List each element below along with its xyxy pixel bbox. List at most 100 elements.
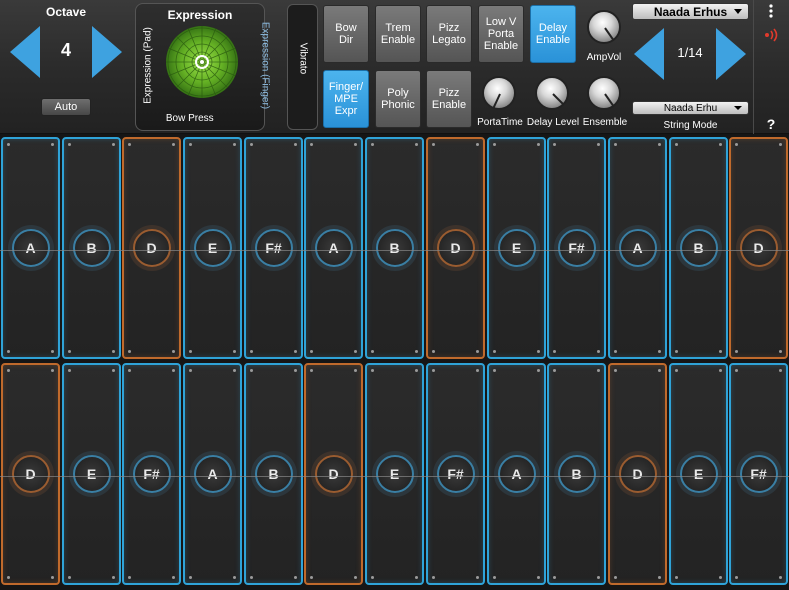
note-pad[interactable]: E xyxy=(669,363,728,585)
note-pad[interactable]: F# xyxy=(547,137,606,359)
screw-icon xyxy=(553,369,556,372)
screw-icon xyxy=(51,576,54,579)
screw-icon xyxy=(432,576,435,579)
auto-button[interactable]: Auto xyxy=(41,98,91,116)
note-label: B xyxy=(375,229,414,267)
note-pad[interactable]: D xyxy=(608,363,667,585)
expression-radar[interactable] xyxy=(166,26,238,98)
trem-enable-button[interactable]: Trem Enable xyxy=(375,5,421,63)
pizz-enable-button[interactable]: Pizz Enable xyxy=(426,70,472,128)
screw-icon xyxy=(597,369,600,372)
note-pad[interactable]: B xyxy=(244,363,303,585)
note-pad[interactable]: F# xyxy=(729,363,788,585)
screw-icon xyxy=(719,576,722,579)
note-pad[interactable]: F# xyxy=(244,137,303,359)
note-pad[interactable]: D xyxy=(1,363,60,585)
octave-up-icon[interactable] xyxy=(92,26,122,78)
delay-enable-button[interactable]: Delay Enable xyxy=(530,5,576,63)
note-pad[interactable]: D xyxy=(122,137,181,359)
vibrato-strip[interactable]: Vibrato xyxy=(287,4,318,130)
octave-down-icon[interactable] xyxy=(10,26,40,78)
note-pad[interactable]: B xyxy=(547,363,606,585)
chevron-down-icon xyxy=(734,9,742,14)
note-pad[interactable]: D xyxy=(304,363,363,585)
more-vertical-icon[interactable] xyxy=(764,3,778,19)
screw-icon xyxy=(51,350,54,353)
screw-icon xyxy=(597,350,600,353)
screw-icon xyxy=(172,369,175,372)
note-pad[interactable]: E xyxy=(183,137,242,359)
string-line xyxy=(0,476,789,477)
screw-icon xyxy=(432,350,435,353)
screw-icon xyxy=(719,369,722,372)
note-pad[interactable]: A xyxy=(487,363,546,585)
screw-icon xyxy=(7,369,10,372)
bow-dir-button[interactable]: Bow Dir xyxy=(323,5,369,63)
note-label: B xyxy=(557,455,596,493)
note-label: D xyxy=(11,455,50,493)
screw-icon xyxy=(189,576,192,579)
note-label: D xyxy=(739,229,778,267)
note-pad[interactable]: D xyxy=(426,137,485,359)
note-pad[interactable]: A xyxy=(183,363,242,585)
screw-icon xyxy=(189,350,192,353)
screw-icon xyxy=(719,350,722,353)
screw-icon xyxy=(172,143,175,146)
screw-icon xyxy=(537,369,540,372)
note-pad[interactable]: A xyxy=(608,137,667,359)
note-pad[interactable]: E xyxy=(62,363,121,585)
screw-icon xyxy=(7,350,10,353)
note-label: A xyxy=(193,455,232,493)
portatime-knob[interactable] xyxy=(482,76,516,110)
note-label: B xyxy=(254,455,293,493)
screw-icon xyxy=(597,576,600,579)
screw-icon xyxy=(112,143,115,146)
screw-icon xyxy=(476,350,479,353)
note-pad[interactable]: E xyxy=(487,137,546,359)
note-pad[interactable]: F# xyxy=(426,363,485,585)
note-pad[interactable]: B xyxy=(365,137,424,359)
note-label: E xyxy=(72,455,111,493)
screw-icon xyxy=(112,576,115,579)
expression-pad[interactable]: Expression Expression (Pad) Expression (… xyxy=(135,3,271,131)
note-pad[interactable]: E xyxy=(365,363,424,585)
divider xyxy=(753,0,754,134)
note-pad[interactable]: A xyxy=(304,137,363,359)
preset-prev-icon[interactable] xyxy=(634,28,664,80)
string-mode-dropdown[interactable]: Naada Erhu xyxy=(632,101,749,115)
screw-icon xyxy=(250,576,253,579)
ampvol-knob[interactable] xyxy=(587,10,621,44)
string-mode-label: String Mode xyxy=(663,120,718,131)
note-label: A xyxy=(11,229,50,267)
note-label: D xyxy=(314,455,353,493)
ensemble-knob[interactable] xyxy=(587,76,621,110)
screw-icon xyxy=(354,350,357,353)
note-label: B xyxy=(679,229,718,267)
note-label: E xyxy=(375,455,414,493)
pizz-legato-button[interactable]: Pizz Legato xyxy=(426,5,472,63)
screw-icon xyxy=(233,143,236,146)
screw-icon xyxy=(493,576,496,579)
preset-next-icon[interactable] xyxy=(716,28,746,80)
expression-finger-axis: Expression (Finger) xyxy=(259,21,271,110)
note-label: A xyxy=(497,455,536,493)
finger-mpe-expr-button[interactable]: Finger/MPE Expr xyxy=(323,70,369,128)
screw-icon xyxy=(354,143,357,146)
preset-dropdown[interactable]: Naada Erhus xyxy=(632,3,749,20)
ampvol-label: AmpVol xyxy=(586,52,622,63)
screw-icon xyxy=(233,576,236,579)
note-pad[interactable]: F# xyxy=(122,363,181,585)
help-icon[interactable]: ? xyxy=(764,116,778,132)
note-pad[interactable]: D xyxy=(729,137,788,359)
wireless-icon[interactable] xyxy=(763,28,781,42)
note-pad[interactable]: A xyxy=(1,137,60,359)
screw-icon xyxy=(415,350,418,353)
poly-phonic-button[interactable]: Poly Phonic xyxy=(375,70,421,128)
low-v-porta-enable-button[interactable]: Low V Porta Enable xyxy=(478,5,524,63)
note-pad[interactable]: B xyxy=(62,137,121,359)
screw-icon xyxy=(112,350,115,353)
screw-icon xyxy=(779,350,782,353)
note-pad[interactable]: B xyxy=(669,137,728,359)
delay-level-knob[interactable] xyxy=(535,76,569,110)
screw-icon xyxy=(250,143,253,146)
